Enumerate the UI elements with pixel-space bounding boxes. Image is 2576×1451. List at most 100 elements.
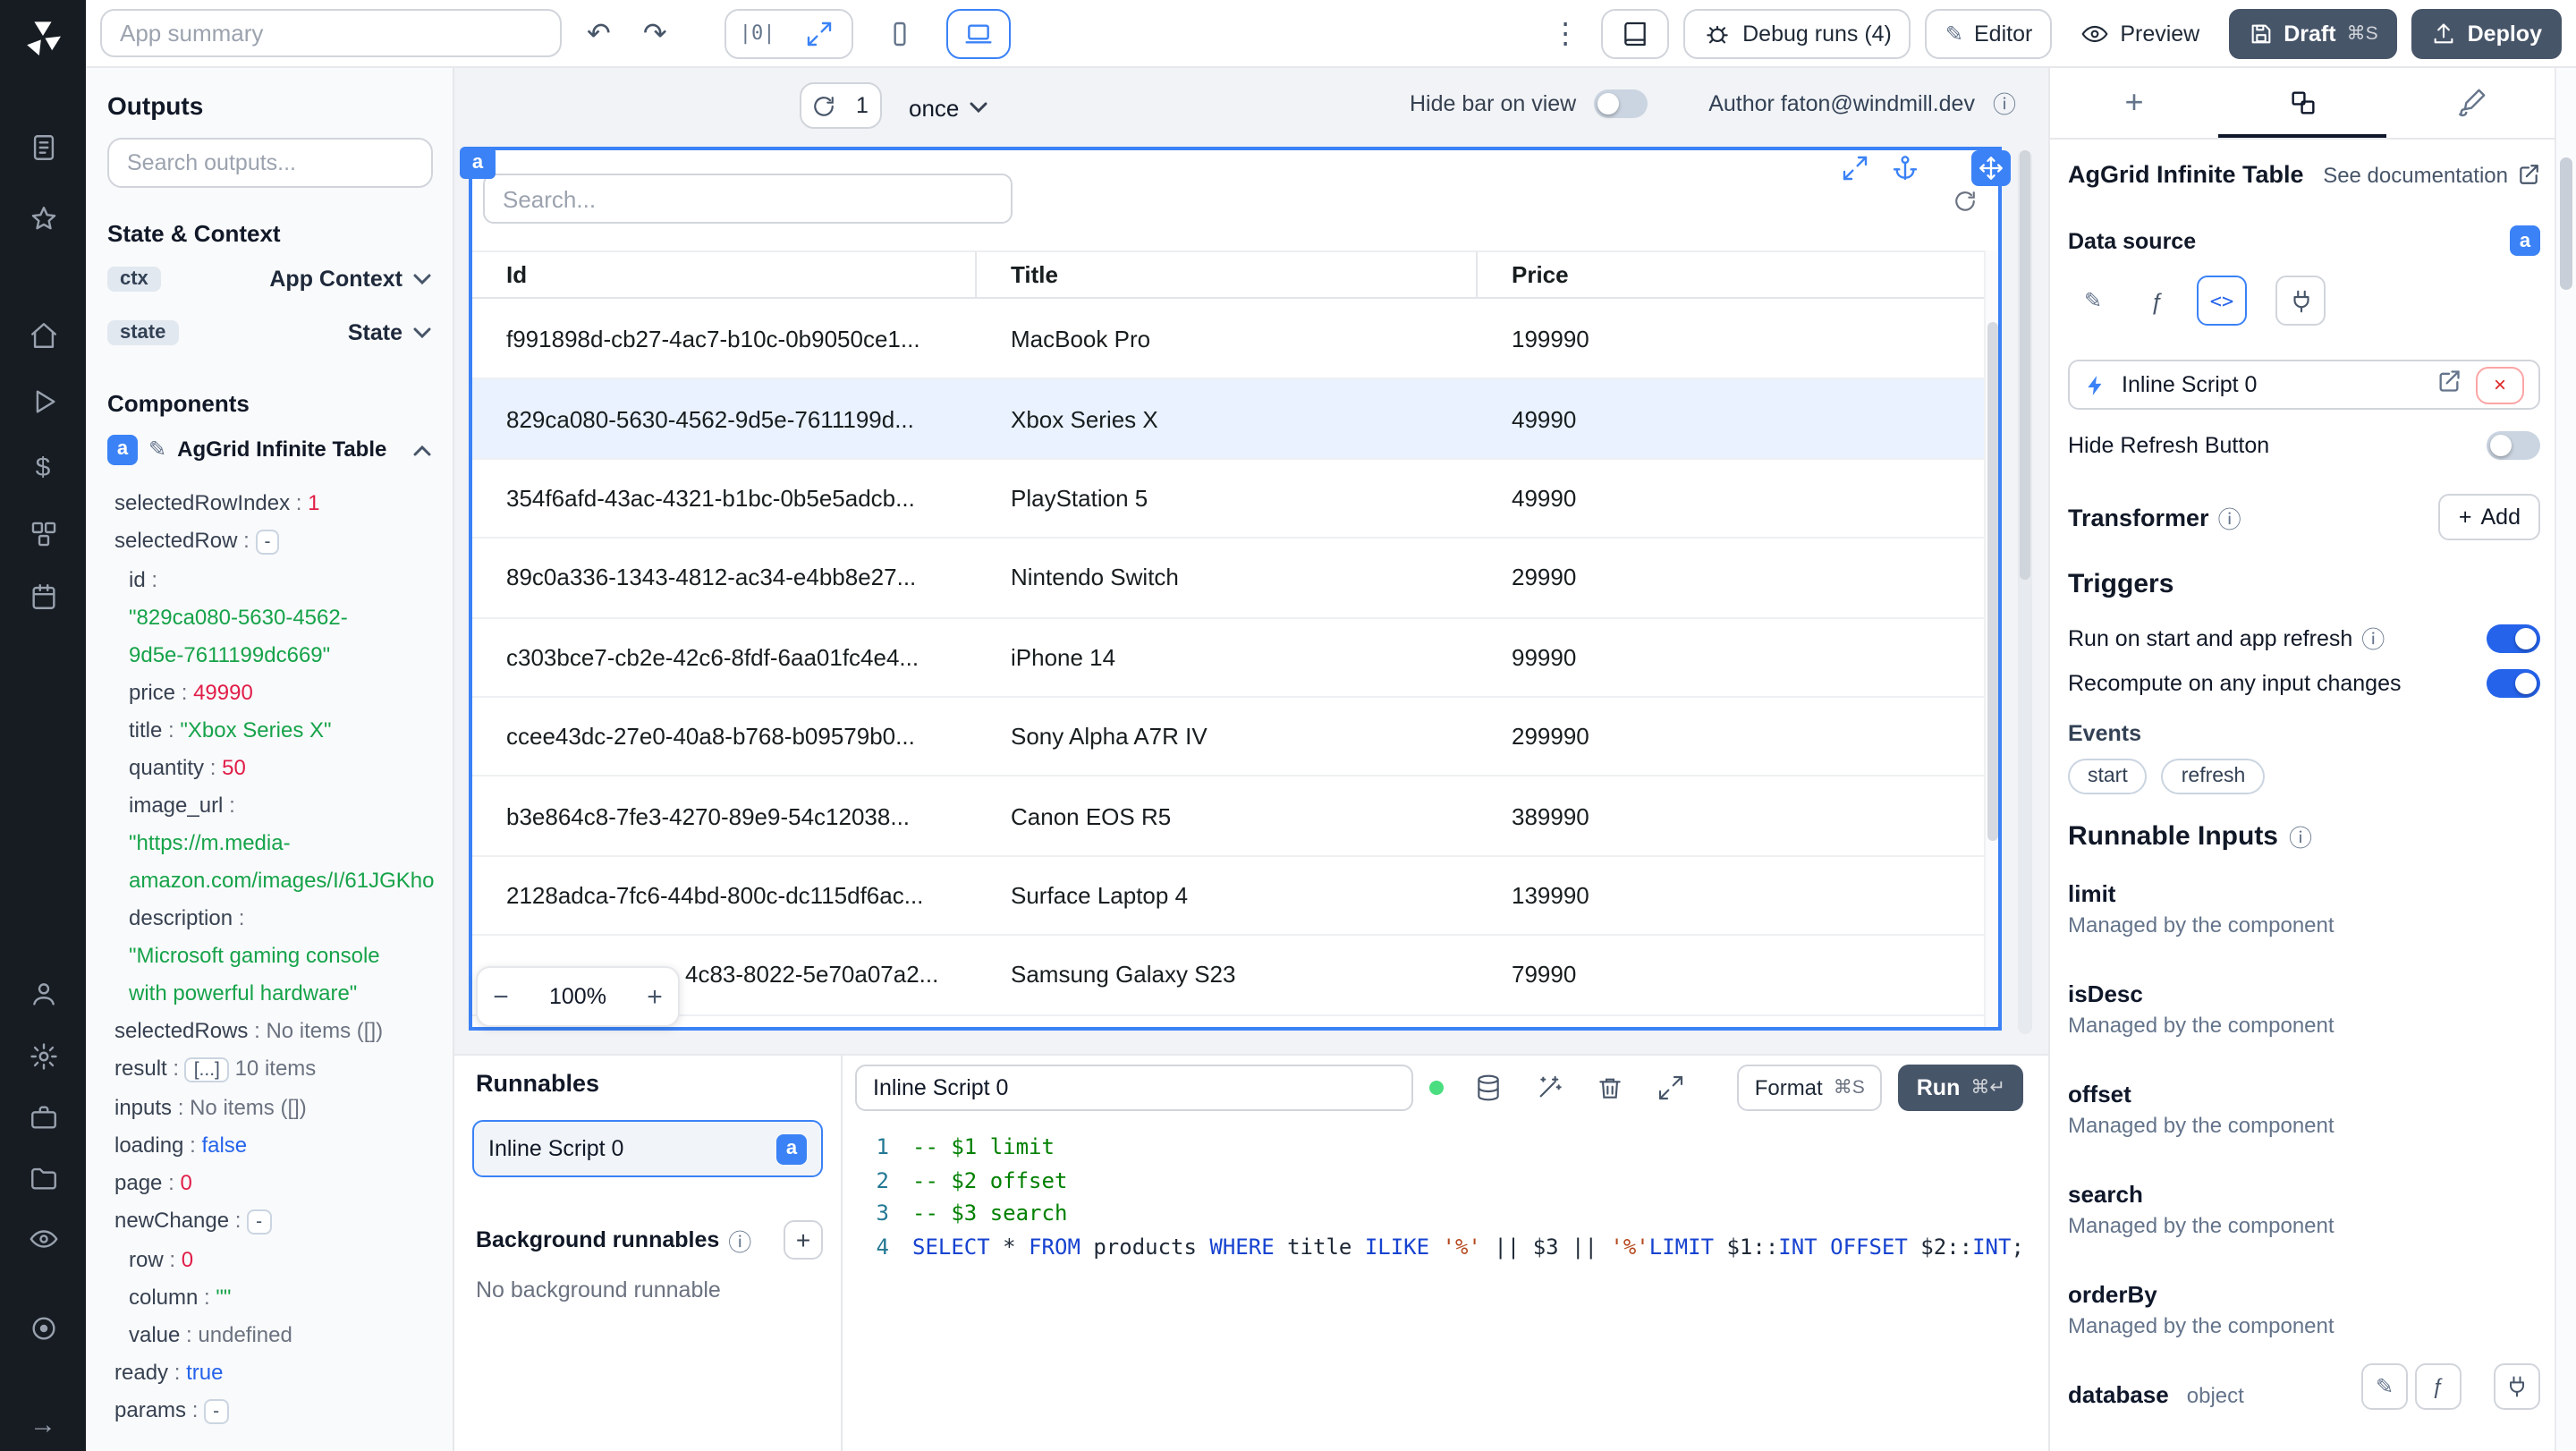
preview-button[interactable]: Preview [2066, 8, 2215, 58]
windmill-logo[interactable] [0, 16, 86, 59]
template-database-button[interactable]: ƒ [2415, 1363, 2462, 1410]
eye-icon[interactable] [0, 1220, 86, 1256]
inspector-scrollbar[interactable] [2555, 68, 2576, 1451]
script-name-input[interactable]: Inline Script 0 [855, 1065, 1413, 1111]
event-chip[interactable]: start [2068, 759, 2148, 794]
info-icon[interactable]: ⓘ [1993, 86, 2016, 120]
table-row[interactable]: c303bce7-cb2e-42c6-8fdf-6aa01fc4e4... iPh… [472, 618, 1998, 698]
output-tree-line[interactable]: title : "Xbox Series X" [86, 712, 453, 750]
debug-runs-button[interactable]: Debug runs (4) [1683, 8, 1911, 58]
fit-view-button[interactable] [788, 10, 852, 56]
output-tree-line[interactable]: inputs : No items ([]) [86, 1090, 453, 1127]
output-tree-line[interactable]: image_url : [86, 787, 453, 825]
output-tree-line[interactable]: quantity : 50 [86, 750, 453, 787]
output-tree-line[interactable]: id : [86, 562, 453, 599]
output-tree-line[interactable]: column : "" [86, 1279, 453, 1317]
redo-icon[interactable]: ↷ [636, 15, 674, 51]
add-transformer-button[interactable]: + Add [2438, 494, 2540, 540]
column-header-price[interactable]: Price [1478, 252, 1998, 297]
ctx-row[interactable]: ctx App Context [100, 254, 438, 304]
code-editor[interactable]: 1 -- $1 limit 2 -- $2 offset 3 -- $3 search 4 S… [843, 1124, 2048, 1451]
run-on-start-toggle[interactable] [2487, 624, 2540, 652]
calendar-icon[interactable] [0, 578, 86, 614]
code-line[interactable]: 1 -- $1 limit [843, 1131, 2048, 1164]
add-component-tab[interactable]: + [2050, 68, 2218, 138]
component-settings-tab[interactable] [2218, 68, 2386, 138]
template-mode-button[interactable]: ƒ [2132, 276, 2182, 326]
zoom-in-button[interactable]: + [631, 981, 678, 1012]
remove-script-button[interactable]: × [2476, 366, 2524, 403]
output-tree-line[interactable]: newChange : - [86, 1202, 453, 1242]
output-tree-line[interactable]: price : 49990 [86, 675, 453, 712]
component-row[interactable]: a ✎ AgGrid Infinite Table [100, 428, 438, 471]
see-documentation-link[interactable]: See documentation [2323, 162, 2540, 187]
arrow-right-icon[interactable]: → [0, 1406, 86, 1442]
anchor-icon[interactable] [1891, 154, 1919, 191]
canvas-scrollbar-thumb[interactable] [2020, 150, 2030, 580]
output-tree-line[interactable]: row : 0 [86, 1242, 453, 1279]
runnable-item[interactable]: Inline Script 0 a [472, 1120, 823, 1177]
zoom-out-button[interactable]: − [478, 981, 524, 1012]
grid-search-input[interactable] [483, 174, 1013, 224]
expand-icon[interactable] [1657, 1073, 1685, 1102]
run-button[interactable]: Run ⌘↵ [1898, 1065, 2023, 1111]
trash-icon[interactable] [1596, 1073, 1624, 1102]
table-row[interactable]: 89c0a336-1343-4812-ac34-e4bb8e27... Ninte… [472, 539, 1998, 619]
table-row[interactable]: b3e864c8-7fe3-4270-89e9-54c12038... Canon… [472, 776, 1998, 857]
table-row[interactable]: 4c83-8022-5e70a07a2... Samsung Galaxy S23… [472, 936, 1998, 1016]
add-background-runnable-button[interactable]: + [784, 1220, 823, 1260]
move-handle[interactable] [1971, 150, 2011, 186]
grid-scrollbar-thumb[interactable] [1987, 322, 1998, 841]
hide-bar-toggle[interactable] [1594, 89, 1648, 117]
desktop-view-button[interactable] [945, 8, 1011, 58]
refresh-button[interactable] [801, 84, 844, 127]
grid-scrollbar[interactable] [1984, 250, 1998, 1027]
info-icon[interactable]: ⓘ [2289, 819, 2312, 853]
kebab-menu-icon[interactable]: ⋮ [1544, 15, 1587, 51]
component-refresh-icon[interactable] [1953, 190, 1977, 222]
deploy-button[interactable]: Deploy [2411, 8, 2562, 58]
static-mode-button[interactable]: ✎ [2068, 276, 2118, 326]
format-button[interactable]: Format ⌘S [1736, 1065, 1883, 1111]
database-icon[interactable] [1474, 1073, 1503, 1102]
output-tree-line[interactable]: selectedRows : No items ([]) [86, 1013, 453, 1050]
expand-component-icon[interactable] [1841, 154, 1869, 191]
editor-button[interactable]: ✎ Editor [1925, 8, 2053, 58]
clipboard-icon[interactable] [0, 129, 86, 165]
dollar-icon[interactable]: $ [0, 449, 86, 485]
component-tag[interactable]: a [460, 147, 496, 179]
cubes-icon[interactable] [0, 515, 86, 551]
table-row[interactable]: 2128adca-7fc6-44bd-800c-dc115df6ac... Sur… [472, 856, 1998, 937]
info-icon[interactable]: ⓘ [2218, 500, 2241, 534]
app-summary-input[interactable] [100, 9, 562, 57]
docs-button[interactable] [1601, 8, 1670, 58]
code-line[interactable]: 4 SELECT * FROM products WHERE title ILIK… [843, 1230, 2048, 1263]
draft-button[interactable]: Draft ⌘S [2228, 8, 2398, 58]
event-chip[interactable]: refresh [2161, 759, 2266, 794]
home-icon[interactable] [0, 317, 86, 352]
output-tree-line[interactable]: result : [...] 10 items [86, 1050, 453, 1090]
connect-mode-button[interactable] [2275, 276, 2326, 326]
table-row[interactable]: f991898d-cb27-4ac7-b10c-0b9050ce1... MacB… [472, 301, 1998, 380]
column-header-id[interactable]: Id [472, 252, 977, 297]
info-icon[interactable]: ⓘ [728, 1223, 751, 1257]
star-icon[interactable] [0, 200, 86, 236]
gear-icon[interactable] [0, 1038, 86, 1073]
recompute-toggle[interactable] [2487, 669, 2540, 698]
output-tree-line[interactable]: page : 0 [86, 1165, 453, 1202]
inline-script-box[interactable]: Inline Script 0 × [2068, 360, 2540, 410]
connect-database-button[interactable] [2494, 1363, 2540, 1410]
code-line[interactable]: 3 -- $3 search [843, 1197, 2048, 1230]
user-icon[interactable] [0, 975, 86, 1011]
interval-select[interactable]: once [909, 86, 987, 129]
outline-toggle-button[interactable]: |0| [725, 10, 789, 56]
output-tree-line[interactable]: selectedRowIndex : 1 [86, 485, 453, 522]
output-tree-line[interactable]: selectedRow : - [86, 522, 453, 562]
mobile-view-button[interactable] [870, 8, 928, 58]
column-header-title[interactable]: Title [977, 252, 1478, 297]
undo-icon[interactable]: ↶ [580, 15, 618, 51]
outputs-search-input[interactable] [107, 138, 433, 188]
output-tree-line[interactable]: ready : true [86, 1354, 453, 1392]
output-tree-line[interactable]: value : undefined [86, 1317, 453, 1354]
status-dot-icon[interactable] [0, 1310, 86, 1345]
